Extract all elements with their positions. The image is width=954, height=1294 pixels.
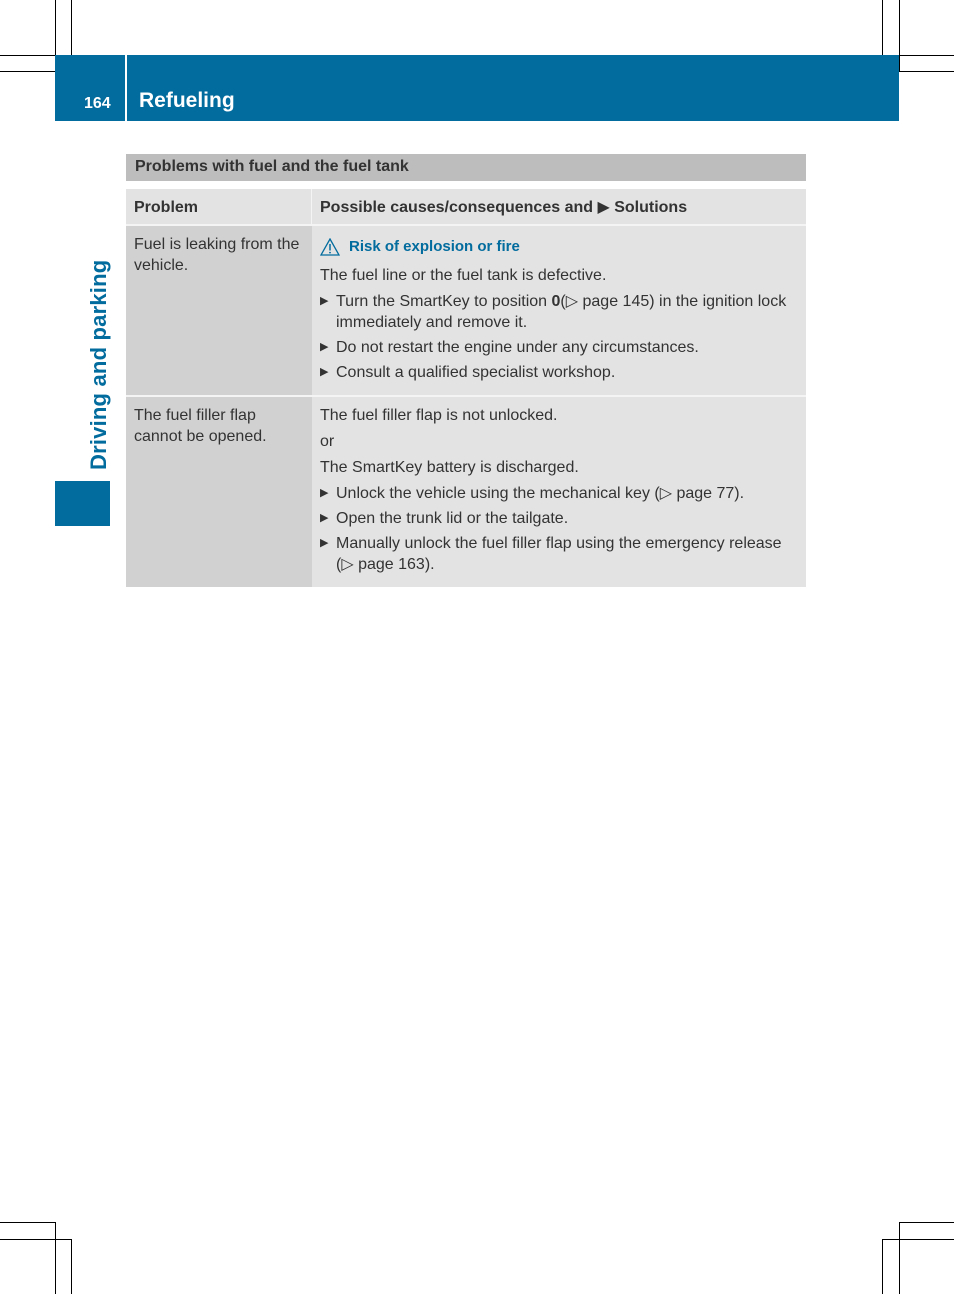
cause-text: The fuel line or the fuel tank is defect… bbox=[320, 267, 607, 284]
step-arrow-icon: ▶ bbox=[320, 366, 329, 378]
side-tab-marker bbox=[55, 481, 110, 526]
table-header-row: Problem Possible causes/consequences and… bbox=[126, 189, 806, 226]
step-arrow-icon: ▶ bbox=[320, 537, 329, 549]
crop-mark bbox=[899, 71, 954, 72]
cause-text: The SmartKey battery is discharged. bbox=[320, 459, 579, 476]
crop-mark bbox=[899, 0, 900, 71]
problem-cell: The fuel filler flap cannot be opened. bbox=[126, 397, 312, 587]
solution-step: ▶ Manually unlock the fuel filler flap u… bbox=[320, 535, 782, 573]
solution-step: ▶ Unlock the vehicle using the mechanica… bbox=[320, 485, 745, 502]
cause-separator: or bbox=[320, 433, 335, 450]
troubleshooting-table: Problem Possible causes/consequences and… bbox=[126, 189, 806, 587]
crop-mark bbox=[899, 1222, 900, 1294]
crop-mark bbox=[0, 1222, 55, 1223]
warning-heading: Risk of explosion or fire bbox=[320, 236, 800, 257]
table-row: Fuel is leaking from the vehicle. Risk o… bbox=[126, 226, 806, 397]
solution-cell: The fuel filler flap is not unlocked. or… bbox=[312, 397, 806, 587]
warning-triangle-icon bbox=[320, 237, 340, 256]
crop-mark bbox=[71, 0, 72, 55]
table-row: The fuel filler flap cannot be opened. T… bbox=[126, 397, 806, 587]
step-arrow-icon: ▶ bbox=[320, 512, 329, 524]
problem-cell: Fuel is leaking from the vehicle. bbox=[126, 226, 312, 395]
solution-step: ▶ Open the trunk lid or the tailgate. bbox=[320, 510, 569, 527]
chapter-title: Refueling bbox=[139, 89, 235, 112]
crop-mark bbox=[55, 1222, 56, 1294]
column-header-solutions: Possible causes/consequences and ▶ Solut… bbox=[312, 189, 806, 224]
column-header-problem: Problem bbox=[126, 189, 312, 224]
cause-text: The fuel filler flap is not unlocked. bbox=[320, 407, 558, 424]
crop-mark bbox=[0, 55, 55, 56]
step-arrow-icon: ▶ bbox=[320, 341, 329, 353]
crop-mark bbox=[55, 0, 56, 55]
crop-mark bbox=[899, 55, 954, 56]
crop-mark bbox=[882, 0, 883, 55]
crop-mark bbox=[882, 1239, 883, 1294]
chapter-header-band bbox=[127, 55, 899, 121]
solution-step: ▶ Turn the SmartKey to position 0(▷ page… bbox=[320, 293, 787, 331]
crop-mark bbox=[882, 1239, 954, 1240]
step-arrow-icon: ▶ bbox=[320, 295, 329, 307]
warning-text: Risk of explosion or fire bbox=[349, 238, 520, 255]
crop-mark bbox=[71, 1239, 72, 1294]
crop-mark bbox=[899, 1222, 954, 1223]
side-tab-label: Driving and parking bbox=[86, 259, 111, 470]
table-title: Problems with fuel and the fuel tank bbox=[126, 154, 806, 181]
solution-cell: Risk of explosion or fire The fuel line … bbox=[312, 226, 806, 395]
step-arrow-icon: ▶ bbox=[320, 487, 329, 499]
page-number: 164 bbox=[84, 95, 111, 112]
crop-mark bbox=[0, 71, 55, 72]
crop-mark bbox=[0, 1239, 71, 1240]
solution-step: ▶ Do not restart the engine under any ci… bbox=[320, 339, 699, 356]
solution-step: ▶ Consult a qualified specialist worksho… bbox=[320, 364, 616, 381]
